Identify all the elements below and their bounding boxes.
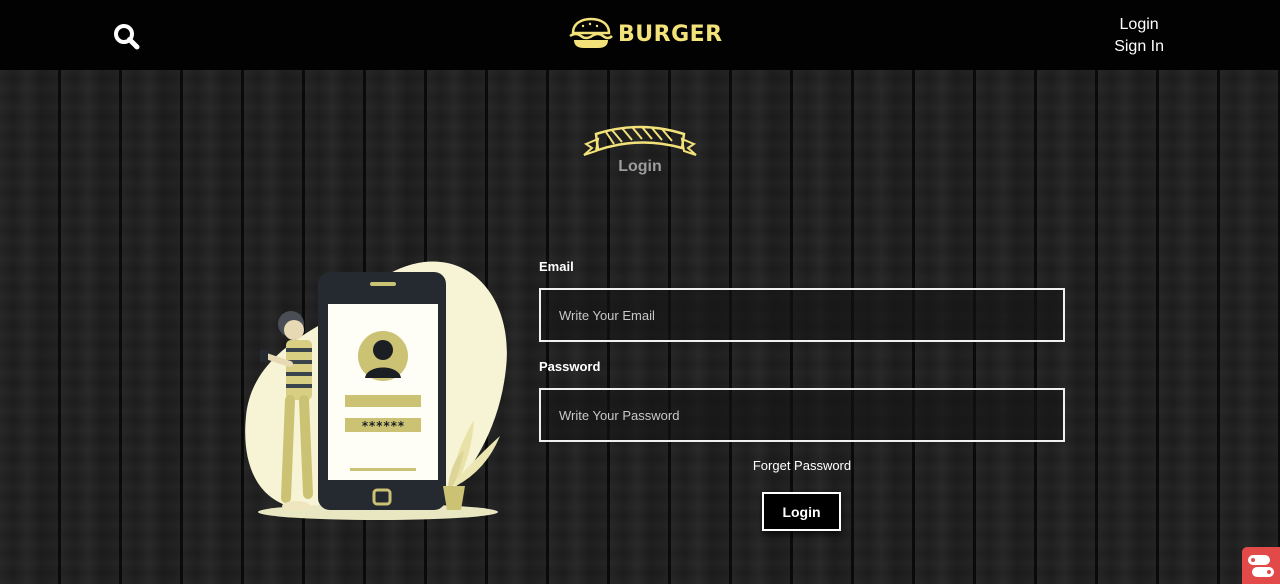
widget-icon xyxy=(1248,555,1274,577)
password-field[interactable] xyxy=(539,388,1065,442)
search-button[interactable] xyxy=(112,22,142,52)
login-button[interactable]: Login xyxy=(762,492,841,531)
login-illustration: ****** xyxy=(245,261,507,520)
illustration-password-mask: ****** xyxy=(361,419,404,433)
forget-password-link[interactable]: Forget Password xyxy=(539,458,1065,473)
search-icon xyxy=(114,24,140,50)
ribbon-banner-icon xyxy=(583,125,697,156)
sign-in-link[interactable]: Sign In xyxy=(1114,36,1164,58)
brand-logo[interactable]: BURGER xyxy=(568,16,723,52)
floating-widget-button[interactable] xyxy=(1242,547,1280,584)
login-link[interactable]: Login xyxy=(1114,14,1164,36)
burger-logo-icon xyxy=(569,17,613,48)
login-form: Email Password Forget Password Login xyxy=(539,258,1066,531)
auth-links: Login Sign In xyxy=(1114,14,1164,58)
brand-name: BURGER xyxy=(618,21,723,47)
email-field[interactable] xyxy=(539,288,1065,342)
password-label: Password xyxy=(539,359,601,374)
email-label: Email xyxy=(539,259,574,274)
top-navigation-bar: BURGER Login Sign In xyxy=(0,0,1280,70)
section-title: Login xyxy=(618,158,662,175)
